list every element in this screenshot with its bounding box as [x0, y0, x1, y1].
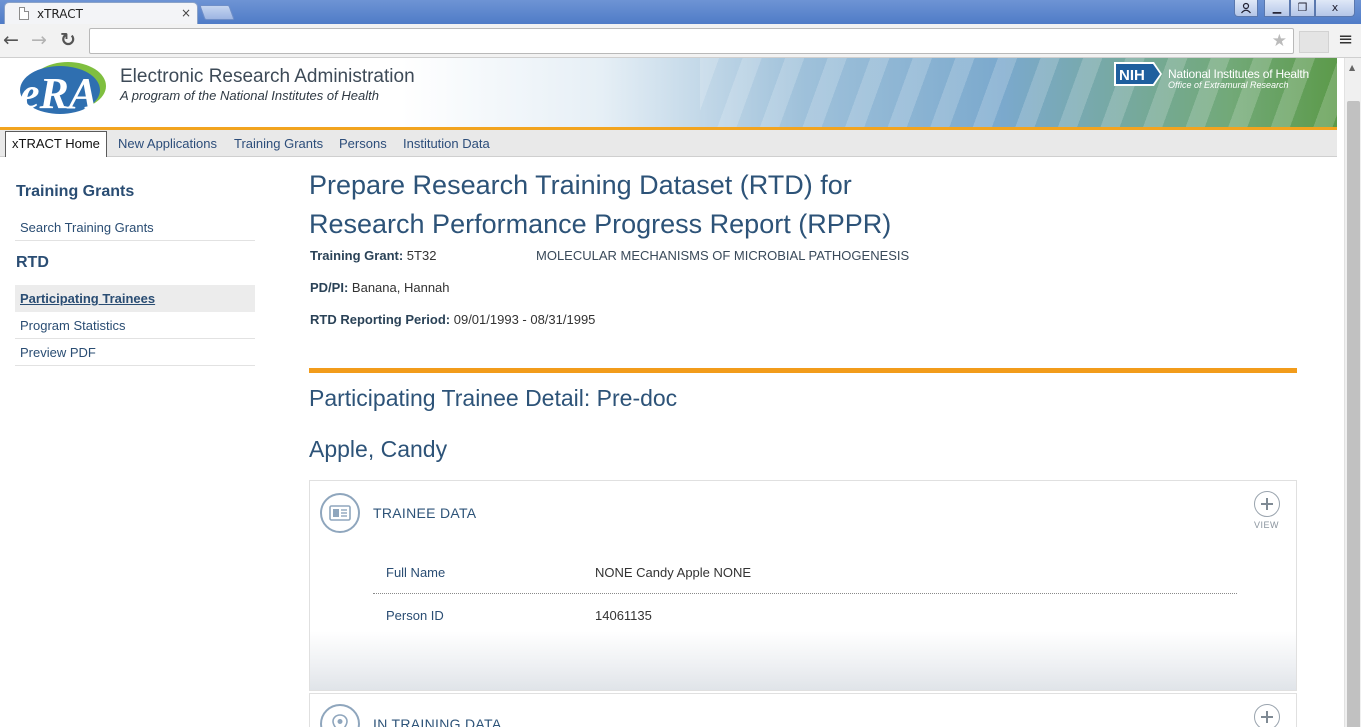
vertical-scrollbar[interactable]: ▲ [1344, 58, 1361, 727]
nih-logo: NIH [1114, 62, 1162, 86]
pdpi-row: PD/PI: Banana, Hannah [310, 280, 450, 295]
scroll-up-icon[interactable]: ▲ [1349, 63, 1355, 72]
bookmark-star-icon[interactable]: ★ [1272, 31, 1287, 51]
reporting-period-row: RTD Reporting Period: 09/01/1993 - 08/31… [310, 312, 595, 327]
tab-title: xTRACT [37, 7, 83, 21]
sidebar-item-program-statistics[interactable]: Program Statistics [15, 312, 255, 339]
menu-xtract-home[interactable]: xTRACT Home [5, 131, 107, 157]
sidebar-item-participating-trainees[interactable]: Participating Trainees [15, 285, 255, 312]
nih-name: National Institutes of Health [1168, 67, 1309, 81]
user-icon[interactable] [1234, 0, 1258, 17]
era-subtitle: A program of the National Institutes of … [120, 88, 379, 103]
browser-toolbar: ← → ↻ ★ ≡ [0, 24, 1361, 58]
new-tab-button[interactable] [199, 5, 235, 20]
field-value: NONE Candy Apple NONE [595, 565, 752, 580]
training-grant-value: 5T32 [406, 248, 437, 263]
training-grant-title: MOLECULAR MECHANISMS OF MICROBIAL PATHOG… [536, 248, 910, 263]
sidebar-heading-rtd: RTD [16, 254, 49, 271]
in-training-data-panel: IN TRAINING DATA [309, 693, 1297, 727]
nih-office: Office of Extramural Research [1168, 80, 1289, 90]
field-full-name: Full Name NONE Candy Apple NONE [373, 551, 1237, 594]
sidebar-heading-training-grants: Training Grants [16, 183, 135, 200]
detail-title: Participating Trainee Detail: Pre-doc [309, 385, 678, 411]
trainee-name: Apple, Candy [309, 436, 448, 462]
scroll-thumb[interactable] [1347, 101, 1360, 727]
section-divider [309, 368, 1297, 373]
reload-icon[interactable]: ↻ [60, 29, 76, 51]
field-label: Person ID [386, 608, 444, 623]
svg-text:eRA: eRA [20, 69, 98, 116]
page-title-line1: Prepare Research Training Dataset (RTD) … [309, 170, 852, 200]
trainee-data-heading: TRAINEE DATA [373, 505, 477, 521]
id-card-icon [320, 493, 360, 533]
era-title: Electronic Research Administration [120, 66, 415, 87]
location-pin-icon [320, 704, 360, 727]
field-label: Full Name [386, 565, 446, 580]
view-label[interactable]: VIEW [1254, 520, 1282, 530]
browser-tab[interactable]: xTRACT × [4, 2, 198, 24]
pdpi-label: PD/PI: [310, 280, 349, 295]
era-logo: eRA [20, 62, 106, 116]
in-training-data-heading: IN TRAINING DATA [373, 716, 502, 727]
menu-institution-data[interactable]: Institution Data [403, 136, 490, 151]
menu-new-applications[interactable]: New Applications [118, 136, 217, 151]
training-grant-row: Training Grant: 5T32 [310, 248, 436, 263]
forward-arrow-icon[interactable]: → [31, 29, 47, 51]
page-icon [19, 7, 29, 20]
tab-close-icon[interactable]: × [181, 6, 191, 20]
back-arrow-icon[interactable]: ← [3, 29, 19, 51]
minimize-button[interactable]: ▁ [1264, 0, 1290, 17]
hamburger-menu-icon[interactable]: ≡ [1338, 29, 1353, 50]
era-banner: eRA Electronic Research Administration A… [0, 58, 1337, 128]
page-title-line2: Research Performance Progress Report (RP… [309, 209, 892, 239]
svg-text:NIH: NIH [1119, 67, 1145, 84]
field-person-id: Person ID 14061135 [373, 594, 1237, 637]
expand-plus-icon[interactable] [1254, 491, 1280, 517]
expand-plus-icon[interactable] [1254, 704, 1280, 727]
close-window-button[interactable]: x [1315, 0, 1355, 17]
menu-persons[interactable]: Persons [339, 136, 387, 151]
maximize-button[interactable]: ❐ [1290, 0, 1315, 17]
sidebar-item-search-training-grants[interactable]: Search Training Grants [15, 214, 255, 241]
menu-training-grants[interactable]: Training Grants [234, 136, 323, 151]
browser-titlebar: xTRACT × ▁ ❐ x [0, 0, 1361, 24]
training-grant-label: Training Grant: [310, 248, 404, 263]
trainee-data-panel: TRAINEE DATA VIEW Full Name NONE Candy A… [309, 480, 1297, 691]
reporting-period-value: 09/01/1993 - 08/31/1995 [453, 312, 596, 327]
address-bar[interactable]: ★ [89, 28, 1294, 54]
reporting-period-label: RTD Reporting Period: [310, 312, 451, 327]
main-menu: xTRACT Home New Applications Training Gr… [0, 130, 1337, 157]
extension-button[interactable] [1299, 31, 1329, 53]
pdpi-value: Banana, Hannah [351, 280, 450, 295]
sidebar-item-preview-pdf[interactable]: Preview PDF [15, 339, 255, 366]
field-value: 14061135 [595, 608, 652, 623]
